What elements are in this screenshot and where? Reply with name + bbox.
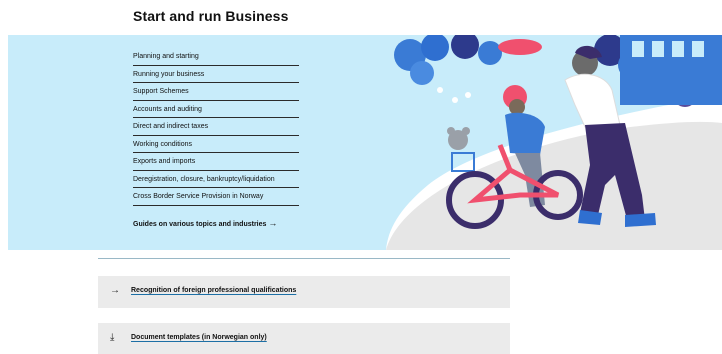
- download-icon: ⤓: [110, 332, 115, 343]
- topic-link-taxes[interactable]: Direct and indirect taxes: [133, 118, 299, 136]
- topic-link-deregistration[interactable]: Deregistration, closure, bankruptcy/liqu…: [133, 171, 299, 188]
- arrow-right-icon: →: [268, 218, 278, 228]
- hero-banner: Planning and starting Running your busin…: [8, 35, 722, 250]
- page-title: Start and run Business: [133, 8, 289, 24]
- guides-link-label: Guides on various topics and industries: [133, 221, 267, 228]
- topic-link-support-schemes[interactable]: Support Schemes: [133, 83, 299, 101]
- topic-link-running[interactable]: Running your business: [133, 66, 299, 83]
- topic-link-planning[interactable]: Planning and starting: [133, 48, 299, 66]
- document-templates-link[interactable]: ⤓ Document templates (in Norwegian only): [98, 323, 510, 354]
- guides-link[interactable]: Guides on various topics and industries →: [133, 218, 277, 228]
- topic-link-working-conditions[interactable]: Working conditions: [133, 136, 299, 153]
- topic-list: Planning and starting Running your busin…: [133, 48, 299, 206]
- topic-link-accounts[interactable]: Accounts and auditing: [133, 101, 299, 118]
- arrow-right-icon: →: [110, 285, 120, 296]
- topic-link-cross-border[interactable]: Cross Border Service Provision in Norway: [133, 188, 299, 206]
- recognition-qualifications-link[interactable]: → Recognition of foreign professional qu…: [98, 276, 510, 308]
- topic-link-exports-imports[interactable]: Exports and imports: [133, 153, 299, 171]
- panel-label: Document templates (in Norwegian only): [131, 334, 267, 341]
- panel-label: Recognition of foreign professional qual…: [131, 287, 297, 294]
- bicycle-illustration: [394, 35, 722, 229]
- section-divider: [98, 258, 510, 259]
